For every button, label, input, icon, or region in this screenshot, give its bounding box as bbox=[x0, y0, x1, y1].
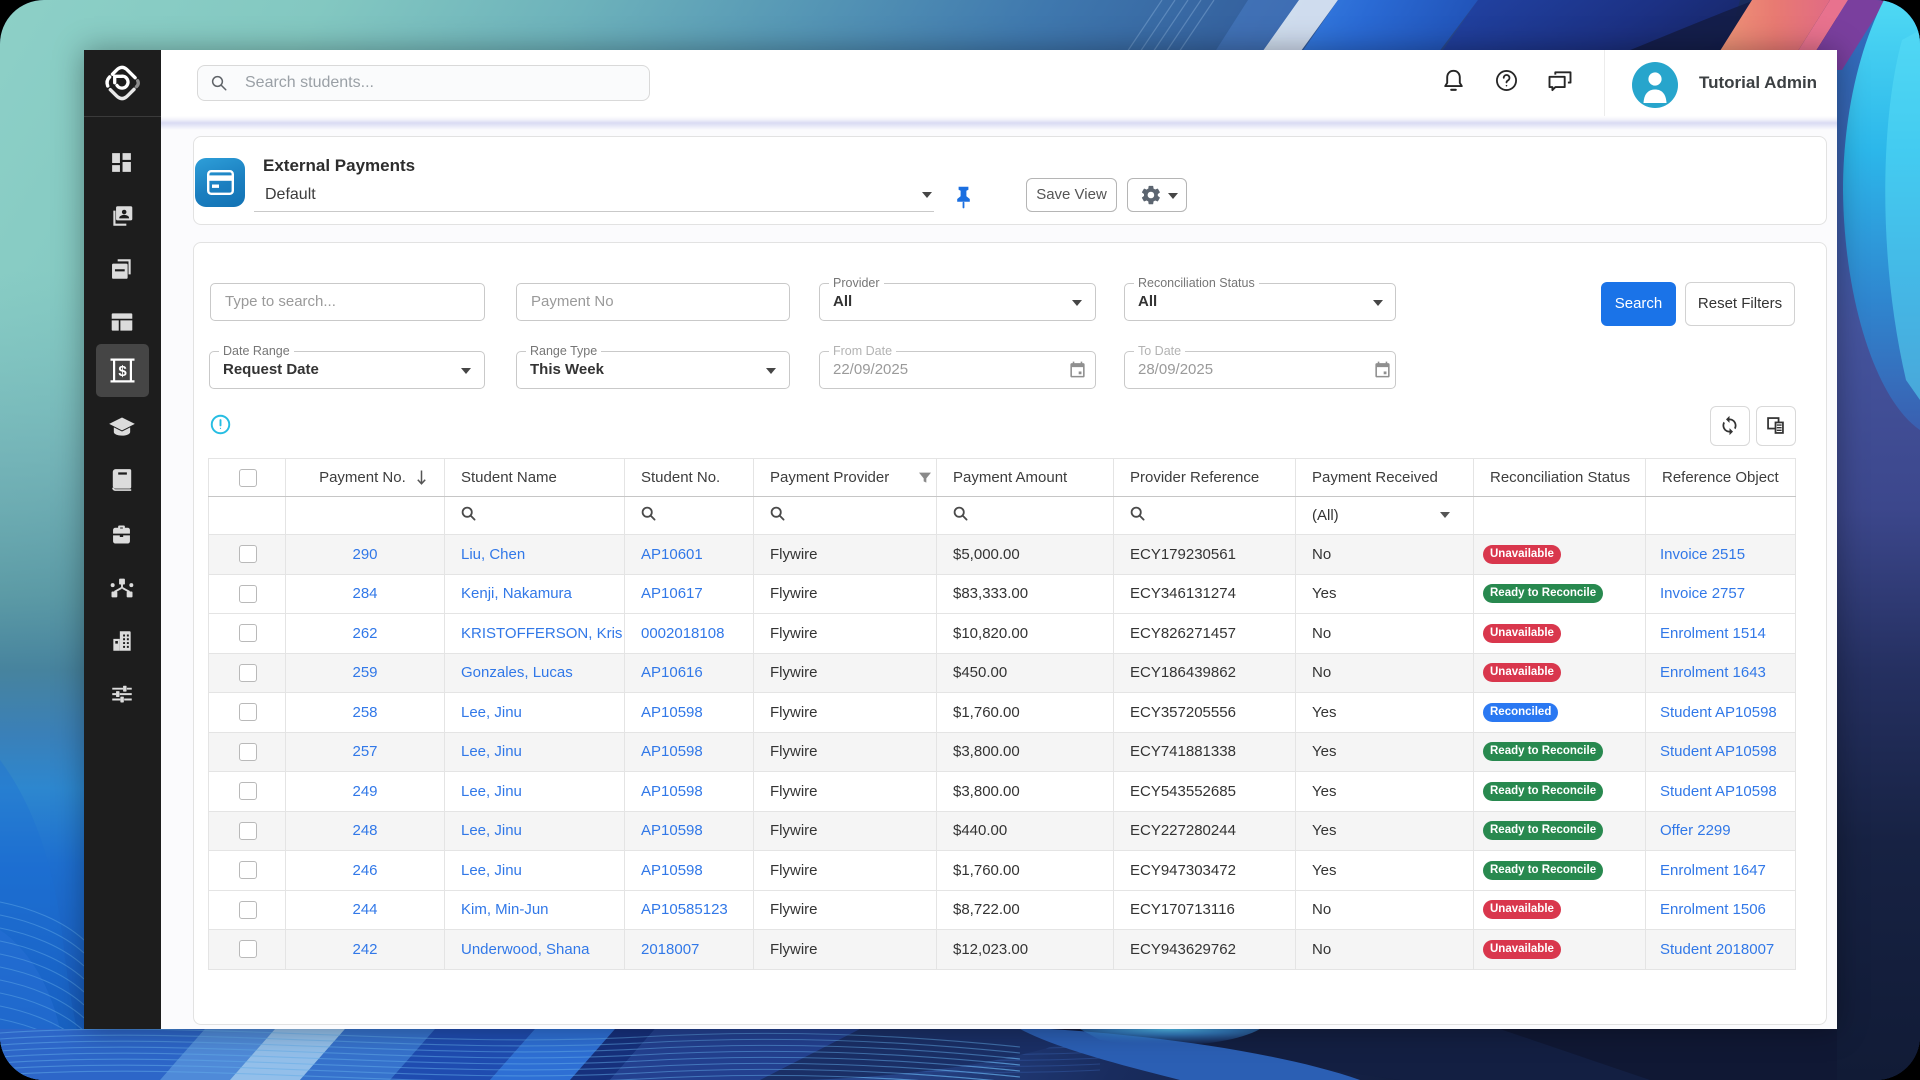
svg-text:$: $ bbox=[118, 363, 127, 380]
